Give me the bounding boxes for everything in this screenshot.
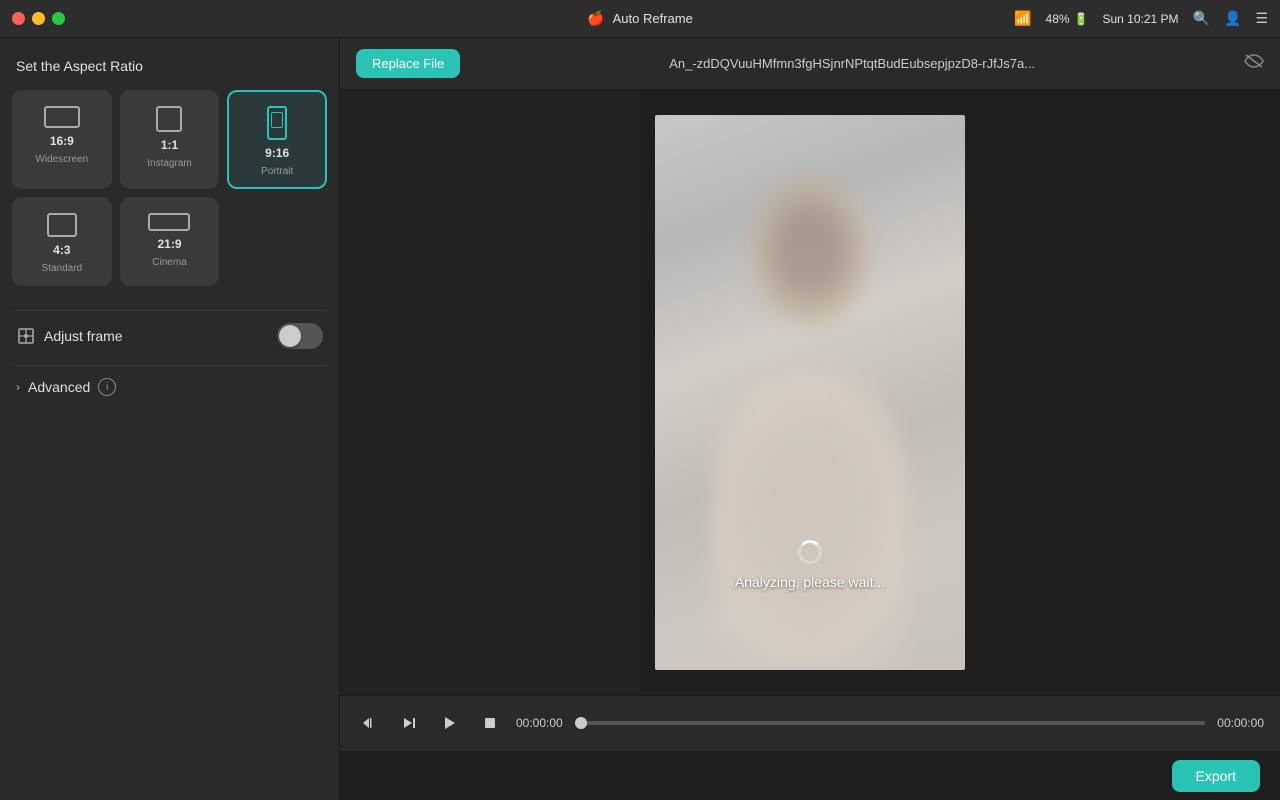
apple-logo-icon: 🍎: [587, 10, 604, 27]
divider-2: [12, 365, 327, 366]
time-current-label: 00:00:00: [516, 716, 563, 730]
video-left-bg: [340, 90, 640, 695]
export-bar: Export: [340, 750, 1280, 800]
video-area: Analyzing, please wait...: [340, 90, 1280, 695]
traffic-lights: [12, 12, 65, 25]
eye-slash-icon[interactable]: [1244, 54, 1264, 73]
adjust-frame-left: Adjust frame: [16, 326, 123, 346]
adjust-frame-label: Adjust frame: [44, 328, 123, 344]
replace-file-button[interactable]: Replace File: [356, 49, 460, 78]
ratio-card-9-16[interactable]: 9:16 Portrait: [227, 90, 327, 189]
ratio-label-16-9: 16:9: [50, 134, 74, 148]
ratio-label-4-3: 4:3: [53, 243, 70, 257]
ratio-sublabel-16-9: Widescreen: [35, 154, 88, 165]
advanced-label: Advanced: [28, 379, 90, 395]
content-topbar: Replace File An_-zdDQVuuHMfmn3fgHSjnrNPt…: [340, 38, 1280, 90]
titlebar-right: 📶 48% 🔋 Sun 10:21 PM 🔍 👤 ☰: [1014, 10, 1268, 27]
ratio-icon-16-9: [44, 106, 80, 128]
adjust-frame-toggle[interactable]: [277, 323, 323, 349]
analyzing-overlay: Analyzing, please wait...: [735, 540, 885, 590]
titlebar-center: 🍎 Auto Reframe: [587, 10, 693, 27]
wifi-icon: 📶: [1014, 10, 1031, 27]
close-button[interactable]: [12, 12, 25, 25]
play-button[interactable]: [436, 709, 464, 737]
stop-button[interactable]: [476, 709, 504, 737]
ratio-sublabel-21-9: Cinema: [152, 257, 186, 268]
ratio-card-16-9[interactable]: 16:9 Widescreen: [12, 90, 112, 189]
app-title: Auto Reframe: [613, 11, 693, 26]
ratio-label-9-16: 9:16: [265, 146, 289, 160]
titlebar: 🍎 Auto Reframe 📶 48% 🔋 Sun 10:21 PM 🔍 👤 …: [0, 0, 1280, 38]
aspect-ratio-grid-row2: 4:3 Standard 21:9 Cinema: [12, 197, 327, 286]
step-forward-button[interactable]: [396, 709, 424, 737]
ratio-icon-9-16: [267, 106, 287, 140]
time-total-label: 00:00:00: [1217, 716, 1264, 730]
playback-bar: 00:00:00 00:00:00: [340, 695, 1280, 750]
clock-label: Sun 10:21 PM: [1103, 12, 1179, 26]
sidebar: Set the Aspect Ratio 16:9 Widescreen 1:1…: [0, 38, 340, 800]
aspect-ratio-title: Set the Aspect Ratio: [12, 58, 327, 74]
ratio-label-1-1: 1:1: [161, 138, 178, 152]
progress-handle[interactable]: [575, 717, 587, 729]
menu-icon[interactable]: ☰: [1255, 10, 1268, 27]
ratio-icon-4-3: [47, 213, 77, 237]
export-button[interactable]: Export: [1172, 760, 1260, 792]
ratio-card-1-1[interactable]: 1:1 Instagram: [120, 90, 220, 189]
ratio-sublabel-4-3: Standard: [42, 263, 83, 274]
filename-label: An_-zdDQVuuHMfmn3fgHSjnrNPtqtBudEubsepjp…: [476, 56, 1228, 71]
battery-pct-label: 48%: [1046, 12, 1070, 26]
ratio-card-4-3[interactable]: 4:3 Standard: [12, 197, 112, 286]
content-area: Replace File An_-zdDQVuuHMfmn3fgHSjnrNPt…: [340, 38, 1280, 800]
ratio-card-21-9[interactable]: 21:9 Cinema: [120, 197, 220, 286]
ratio-label-21-9: 21:9: [157, 237, 181, 251]
advanced-row[interactable]: › Advanced i: [12, 370, 327, 404]
info-icon[interactable]: i: [98, 378, 116, 396]
video-frame: Analyzing, please wait...: [655, 115, 965, 670]
avatar-icon[interactable]: 👤: [1224, 10, 1241, 27]
toggle-knob: [279, 325, 301, 347]
minimize-button[interactable]: [32, 12, 45, 25]
battery-icon: 🔋: [1074, 12, 1089, 26]
main-container: Set the Aspect Ratio 16:9 Widescreen 1:1…: [0, 38, 1280, 800]
adjust-frame-icon: [16, 326, 36, 346]
search-icon[interactable]: 🔍: [1193, 10, 1210, 27]
ratio-icon-21-9: [148, 213, 190, 231]
battery-info: 48% 🔋: [1046, 12, 1089, 26]
analyzing-text: Analyzing, please wait...: [735, 574, 885, 590]
maximize-button[interactable]: [52, 12, 65, 25]
aspect-ratio-grid-row1: 16:9 Widescreen 1:1 Instagram 9:16 Portr…: [12, 90, 327, 189]
ratio-sublabel-9-16: Portrait: [261, 166, 293, 177]
chevron-right-icon: ›: [16, 380, 20, 394]
loading-spinner: [798, 540, 822, 564]
divider-1: [12, 310, 327, 311]
progress-track[interactable]: [575, 721, 1206, 725]
rewind-button[interactable]: [356, 709, 384, 737]
ratio-icon-1-1: [156, 106, 182, 132]
adjust-frame-row: Adjust frame: [12, 315, 327, 357]
ratio-sublabel-1-1: Instagram: [147, 158, 191, 169]
